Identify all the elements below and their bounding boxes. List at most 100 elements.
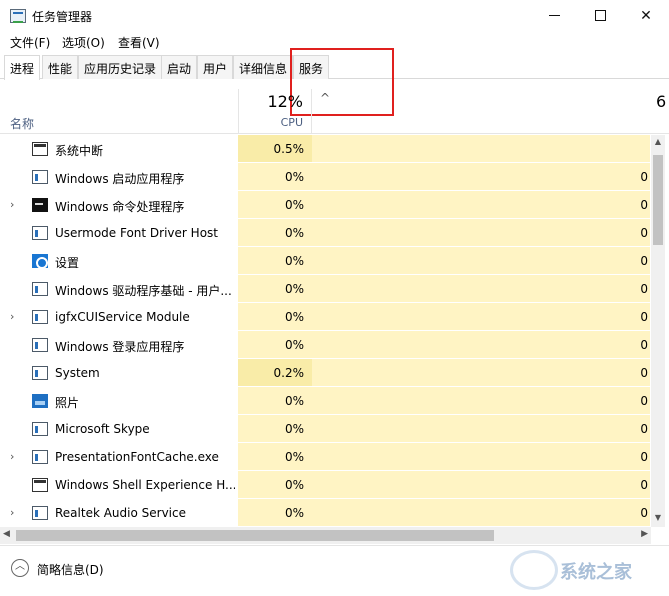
memory-value-partial: 0 (640, 282, 648, 296)
process-row[interactable]: Windows 驱动程序基础 - 用户... 0% 0 (0, 275, 650, 303)
process-row[interactable]: System 0.2% 0 (0, 359, 650, 387)
memory-cell: 0 (312, 191, 650, 219)
memory-cell: 0 (312, 163, 650, 191)
fewer-details-link[interactable]: 简略信息(D) (37, 561, 104, 578)
cpu-value: 0.5% (273, 142, 305, 156)
cpu-cell: 0% (238, 247, 312, 275)
cpu-cell: 0.5% (238, 135, 312, 163)
menu-view[interactable]: 查看(V) (118, 34, 160, 51)
menu-bar: 文件(F) 选项(O) 查看(V) (0, 31, 669, 53)
tab-details[interactable]: 详细信息 (233, 55, 294, 79)
watermark: 系统之家 (560, 562, 632, 583)
memory-total-partial: 6 (656, 92, 667, 111)
cmd-icon (32, 198, 48, 212)
app-icon (32, 282, 48, 296)
process-name: Windows 启动应用程序 (55, 172, 185, 186)
cpu-value: 0% (284, 478, 304, 492)
process-name: System (55, 366, 100, 380)
chevron-up-icon[interactable]: ︿ (11, 559, 29, 577)
expand-chevron-icon[interactable]: › (10, 450, 14, 463)
expand-chevron-icon[interactable]: › (10, 198, 14, 211)
cpu-cell: 0% (238, 415, 312, 443)
cpu-value: 0% (284, 338, 304, 352)
minimize-button[interactable] (531, 0, 577, 31)
cpu-value: 0% (284, 254, 304, 268)
process-name: PresentationFontCache.exe (55, 450, 219, 464)
menu-file[interactable]: 文件(F) (10, 34, 50, 51)
column-name-header[interactable]: 名称 (10, 115, 34, 132)
tab-performance[interactable]: 性能 (42, 55, 79, 79)
cpu-value: 0% (284, 310, 304, 324)
process-row[interactable]: Windows 启动应用程序 0% 0 (0, 163, 650, 191)
process-row[interactable]: 系统中断 0.5% (0, 135, 650, 163)
cpu-value: 0% (284, 170, 304, 184)
cpu-cell: 0% (238, 331, 312, 359)
process-row[interactable]: Microsoft Skype 0% 0 (0, 415, 650, 443)
tab-users[interactable]: 用户 (197, 55, 234, 79)
cpu-cell: 0% (238, 163, 312, 191)
process-row[interactable]: › Realtek Audio Service 0% 0 (0, 499, 650, 527)
cpu-value: 0.2% (273, 366, 305, 380)
cpu-value: 0% (284, 198, 304, 212)
horizontal-scrollbar[interactable]: ◀ ▶ (0, 527, 651, 544)
cpu-cell: 0% (238, 499, 312, 527)
process-row[interactable]: › Windows 命令处理程序 0% 0 (0, 191, 650, 219)
process-name: Windows 驱动程序基础 - 用户... (55, 284, 232, 298)
minimize-icon (548, 15, 560, 16)
cpu-value: 0% (284, 226, 304, 240)
vertical-scroll-thumb[interactable] (653, 155, 663, 245)
process-row[interactable]: 照片 0% 0 (0, 387, 650, 415)
memory-cell: 0 (312, 303, 650, 331)
scroll-right-icon[interactable]: ▶ (641, 529, 648, 539)
memory-value-partial: 0 (640, 366, 648, 380)
memory-cell: 0 (312, 471, 650, 499)
cpu-total-percent: 12% (267, 92, 303, 111)
window-title: 任务管理器 (32, 10, 93, 24)
tab-app-history[interactable]: 应用历史记录 (78, 55, 163, 79)
window-icon (32, 142, 48, 156)
process-row[interactable]: Usermode Font Driver Host 0% 0 (0, 219, 650, 247)
close-button[interactable]: ✕ (623, 0, 669, 31)
title-bar: 任务管理器 ✕ (0, 0, 669, 31)
sort-caret-icon: ^ (320, 91, 331, 105)
memory-value-partial: 0 (640, 450, 648, 464)
cpu-cell: 0% (238, 443, 312, 471)
scroll-down-icon[interactable]: ▼ (651, 513, 665, 525)
process-row[interactable]: › PresentationFontCache.exe 0% 0 (0, 443, 650, 471)
process-list: 系统中断 0.5% Windows 启动应用程序 0% 0 › Windows 命令处理程序… (0, 135, 650, 527)
app-icon (32, 226, 48, 240)
process-row[interactable]: Windows Shell Experience H... 0% 0 (0, 471, 650, 499)
cpu-cell: 0% (238, 471, 312, 499)
process-name: Windows 登录应用程序 (55, 340, 185, 354)
scroll-left-icon[interactable]: ◀ (3, 529, 10, 539)
expand-chevron-icon[interactable]: › (10, 506, 14, 519)
vertical-scrollbar[interactable]: ▲ ▼ (651, 135, 665, 527)
cpu-column-label: CPU (280, 116, 303, 129)
process-name: 设置 (55, 256, 80, 270)
scroll-up-icon[interactable]: ▲ (651, 137, 665, 149)
horizontal-scroll-thumb[interactable] (16, 530, 494, 541)
process-row[interactable]: 设置 0% 0 (0, 247, 650, 275)
cpu-cell: 0% (238, 219, 312, 247)
maximize-icon (594, 10, 606, 21)
column-cpu-header[interactable]: 12% CPU (238, 89, 312, 134)
tab-processes[interactable]: 进程 (4, 55, 41, 80)
memory-value-partial: 0 (640, 310, 648, 324)
maximize-button[interactable] (577, 0, 623, 31)
tab-services[interactable]: 服务 (293, 55, 330, 79)
process-row[interactable]: › igfxCUIService Module 0% 0 (0, 303, 650, 331)
process-row[interactable]: Windows 登录应用程序 0% 0 (0, 331, 650, 359)
expand-chevron-icon[interactable]: › (10, 310, 14, 323)
app-icon (32, 422, 48, 436)
process-name: igfxCUIService Module (55, 310, 190, 324)
cpu-cell: 0% (238, 191, 312, 219)
footer: ︿ 简略信息(D) 系统之家 (0, 545, 669, 596)
process-name: Realtek Audio Service (55, 506, 186, 520)
process-name: Usermode Font Driver Host (55, 226, 218, 240)
tab-startup[interactable]: 启动 (161, 55, 198, 79)
cpu-value: 0% (284, 422, 304, 436)
memory-value-partial: 0 (640, 394, 648, 408)
app-icon (32, 310, 48, 324)
cpu-cell: 0% (238, 275, 312, 303)
menu-options[interactable]: 选项(O) (62, 34, 105, 51)
